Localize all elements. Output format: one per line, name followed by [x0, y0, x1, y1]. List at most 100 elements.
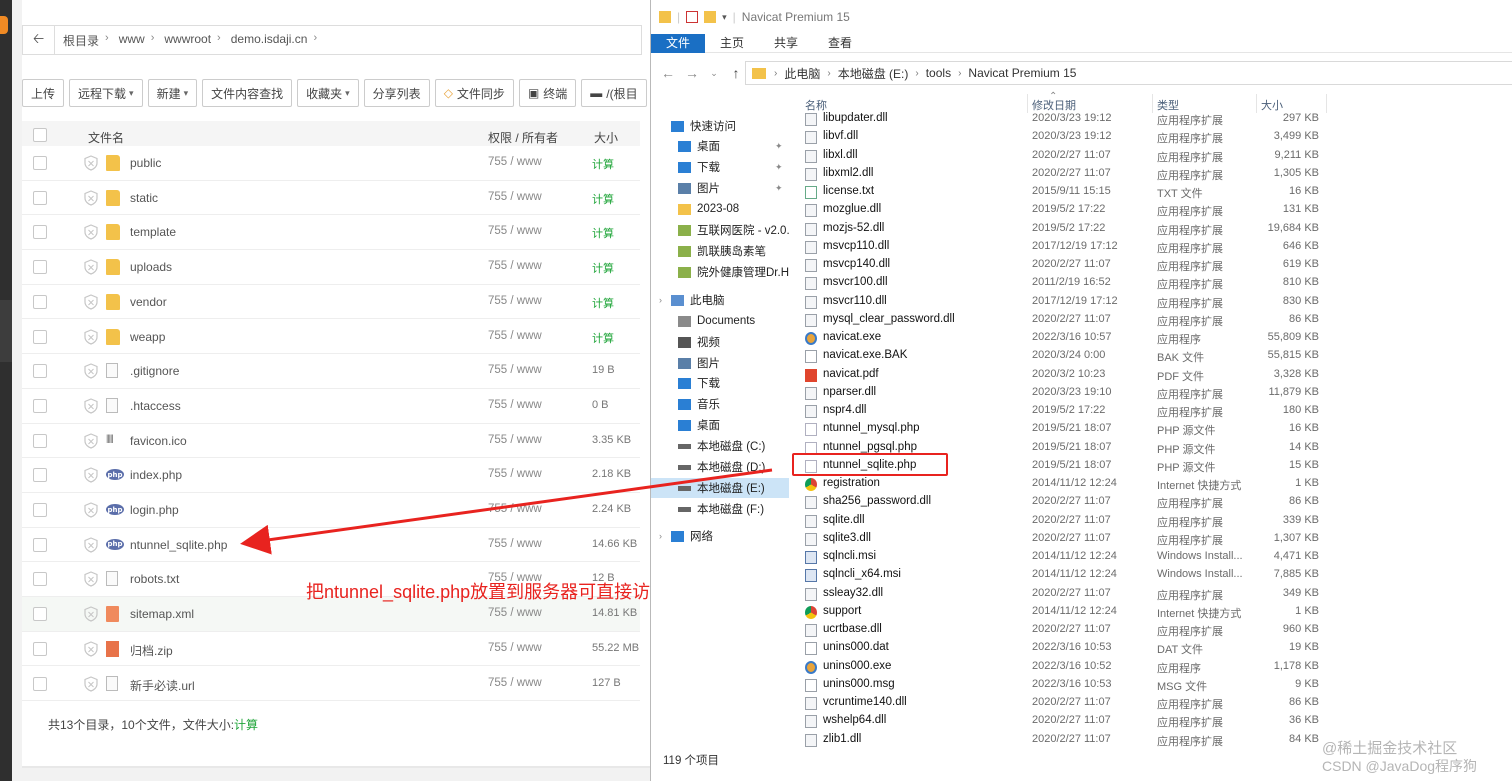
explorer-file-row[interactable]: navicat.exe 2022/3/16 10:57 应用程序 55,809 KB [801, 329, 1331, 347]
row-checkbox[interactable] [33, 156, 47, 170]
table-row[interactable]: .gitignore 755 / www 19 B [22, 354, 640, 389]
folder-icon[interactable] [659, 11, 671, 23]
explorer-file-name[interactable]: libvf.dll [823, 130, 858, 142]
back-arrow-icon[interactable]: ← [661, 65, 675, 81]
address-bar[interactable]: › 此电脑 › 本地磁盘 (E:) › tools › Navicat Premium 15 [745, 61, 1512, 85]
explorer-file-name[interactable]: license.txt [823, 185, 874, 197]
nav-item[interactable]: Documents [651, 311, 789, 331]
select-all-checkbox[interactable] [33, 128, 47, 142]
file-name[interactable]: vendor [130, 295, 167, 309]
table-row[interactable]: public 755 / www 计算 [22, 146, 640, 181]
explorer-file-row[interactable]: sqlite.dll 2020/2/27 11:07 应用程序扩展 339 KB [801, 512, 1331, 530]
explorer-file-row[interactable]: nspr4.dll 2019/5/2 17:22 应用程序扩展 180 KB [801, 402, 1331, 420]
toolbar-button[interactable]: 远程下载 ▾ [69, 79, 143, 107]
file-permission[interactable]: 755 / www [488, 364, 542, 376]
explorer-file-row[interactable]: nparser.dll 2020/3/23 19:10 应用程序扩展 11,879 K… [801, 384, 1331, 402]
explorer-file-name[interactable]: sqlite3.dll [823, 532, 871, 544]
explorer-file-row[interactable]: libxl.dll 2020/2/27 11:07 应用程序扩展 9,211 KB [801, 147, 1331, 165]
file-name[interactable]: index.php [130, 468, 182, 482]
pin-icon[interactable]: ✦ [775, 162, 783, 173]
explorer-file-row[interactable]: ssleay32.dll 2020/2/27 11:07 应用程序扩展 349 KB [801, 585, 1331, 603]
explorer-file-name[interactable]: navicat.pdf [823, 368, 879, 380]
explorer-file-row[interactable]: sqlite3.dll 2020/2/27 11:07 应用程序扩展 1,307 KB [801, 530, 1331, 548]
explorer-file-row[interactable]: msvcr100.dll 2011/2/19 16:52 应用程序扩展 810 KB [801, 274, 1331, 292]
row-checkbox[interactable] [33, 676, 47, 691]
table-row[interactable]: static 755 / www 计算 [22, 180, 640, 216]
explorer-file-name[interactable]: sqlite.dll [823, 514, 865, 526]
toolbar-button[interactable]: 分享列表 [363, 79, 430, 107]
explorer-file-row[interactable]: unins000.msg 2022/3/16 10:53 MSG 文件 9 KB [801, 676, 1331, 694]
file-permission[interactable]: 755 / www [488, 607, 542, 619]
shield-icon[interactable] [84, 606, 98, 622]
toolbar-button[interactable]: 收藏夹 ▾ [297, 79, 359, 107]
expand-chevron-icon[interactable]: › [659, 531, 662, 541]
explorer-file-row[interactable]: sqlncli_x64.msi 2014/11/12 12:24 Windows I… [801, 566, 1331, 584]
file-size[interactable]: 计算 [592, 295, 614, 311]
file-permission[interactable]: 755 / www [488, 330, 542, 342]
table-row[interactable]: php login.php 755 / www 2.24 KB [22, 493, 640, 528]
file-name[interactable]: template [130, 225, 176, 239]
file-name[interactable]: robots.txt [130, 572, 179, 586]
nav-item[interactable]: 本地磁盘 (E:) [651, 478, 789, 498]
customize-dropdown-icon[interactable]: ▾ [722, 12, 727, 23]
row-checkbox[interactable] [33, 364, 47, 379]
explorer-file-name[interactable]: nparser.dll [823, 386, 876, 398]
explorer-file-name[interactable]: libupdater.dll [823, 112, 888, 124]
explorer-file-name[interactable]: sha256_password.dll [823, 495, 931, 507]
recent-dropdown-icon[interactable]: ⌄ [709, 68, 719, 79]
shield-icon[interactable] [84, 641, 98, 657]
shield-icon[interactable] [84, 190, 98, 206]
calc-size-link[interactable]: 计算 [234, 718, 258, 732]
file-size[interactable]: 计算 [592, 260, 614, 276]
shield-icon[interactable] [84, 432, 98, 449]
file-name[interactable]: .gitignore [130, 364, 179, 378]
explorer-file-name[interactable]: ucrtbase.dll [823, 623, 882, 635]
explorer-file-row[interactable]: mysql_clear_password.dll 2020/2/27 11:07 应… [801, 311, 1331, 329]
explorer-file-name[interactable]: zlib1.dll [823, 733, 861, 745]
nav-item[interactable]: › 此电脑 [651, 290, 789, 310]
nav-item[interactable]: 图片 ✦ [651, 178, 789, 198]
address-crumb[interactable]: 本地磁盘 (E:) [831, 65, 916, 82]
nav-item[interactable]: › 网络 [651, 526, 789, 546]
file-name[interactable]: 归档.zip [130, 642, 173, 659]
expand-chevron-icon[interactable]: › [659, 295, 662, 305]
pin-icon[interactable]: ✦ [775, 141, 783, 152]
back-arrow-icon[interactable]: 🡠 [23, 26, 55, 54]
explorer-file-row[interactable]: mozjs-52.dll 2019/5/2 17:22 应用程序扩展 19,684 K… [801, 220, 1331, 238]
toolbar-button[interactable]: 文件内容查找 [202, 79, 293, 107]
explorer-file-row[interactable]: mozglue.dll 2019/5/2 17:22 应用程序扩展 131 KB [801, 201, 1331, 219]
breadcrumb-item[interactable]: demo.isdaji.cn [223, 32, 312, 49]
explorer-file-name[interactable]: mozglue.dll [823, 203, 881, 215]
toolbar-button[interactable]: ▣ 终端 [518, 79, 577, 107]
file-name[interactable]: ntunnel_sqlite.php [130, 538, 227, 552]
nav-item[interactable]: 本地磁盘 (D:) [651, 457, 789, 477]
row-checkbox[interactable] [33, 503, 47, 517]
explorer-file-row[interactable]: navicat.exe.BAK 2020/3/24 0:00 BAK 文件 55,81… [801, 347, 1331, 365]
table-row[interactable]: 新手必读.url 755 / www 127 B [22, 666, 640, 702]
explorer-file-name[interactable]: ssleay32.dll [823, 587, 883, 599]
file-permission[interactable]: 755 / www [488, 399, 542, 411]
nav-item[interactable]: 互联网医院 - v2.0.1 [651, 220, 789, 240]
file-permission[interactable]: 755 / www [488, 538, 542, 550]
pin-icon[interactable]: ✦ [775, 183, 783, 194]
breadcrumb-item[interactable]: www [111, 32, 149, 49]
shield-icon[interactable] [84, 328, 98, 345]
header-size[interactable]: 大小 [594, 129, 618, 146]
nav-item[interactable]: 凯联胰岛素笔 [651, 241, 789, 261]
address-crumb[interactable]: 此电脑 [777, 65, 827, 82]
explorer-file-row[interactable]: unins000.dat 2022/3/16 10:53 DAT 文件 19 KB [801, 639, 1331, 657]
ribbon-tab[interactable]: 共享 [759, 34, 813, 53]
nav-item[interactable]: 快速访问 [651, 116, 789, 136]
file-name[interactable]: static [130, 191, 158, 205]
explorer-file-name[interactable]: ntunnel_mysql.php [823, 422, 920, 434]
toolbar-button[interactable]: ▬/(根目 [581, 79, 647, 107]
explorer-file-row[interactable]: sha256_password.dll 2020/2/27 11:07 应用程序扩展… [801, 493, 1331, 511]
explorer-file-name[interactable]: unins000.dat [823, 641, 889, 653]
explorer-file-name[interactable]: msvcp140.dll [823, 258, 890, 270]
shield-icon[interactable] [84, 571, 98, 588]
toolbar-button[interactable]: 新建 ▾ [147, 79, 198, 107]
row-checkbox[interactable] [33, 294, 47, 309]
explorer-file-name[interactable]: sqlncli_x64.msi [823, 568, 901, 580]
file-name[interactable]: uploads [130, 260, 172, 274]
address-crumb[interactable]: tools [919, 66, 958, 80]
